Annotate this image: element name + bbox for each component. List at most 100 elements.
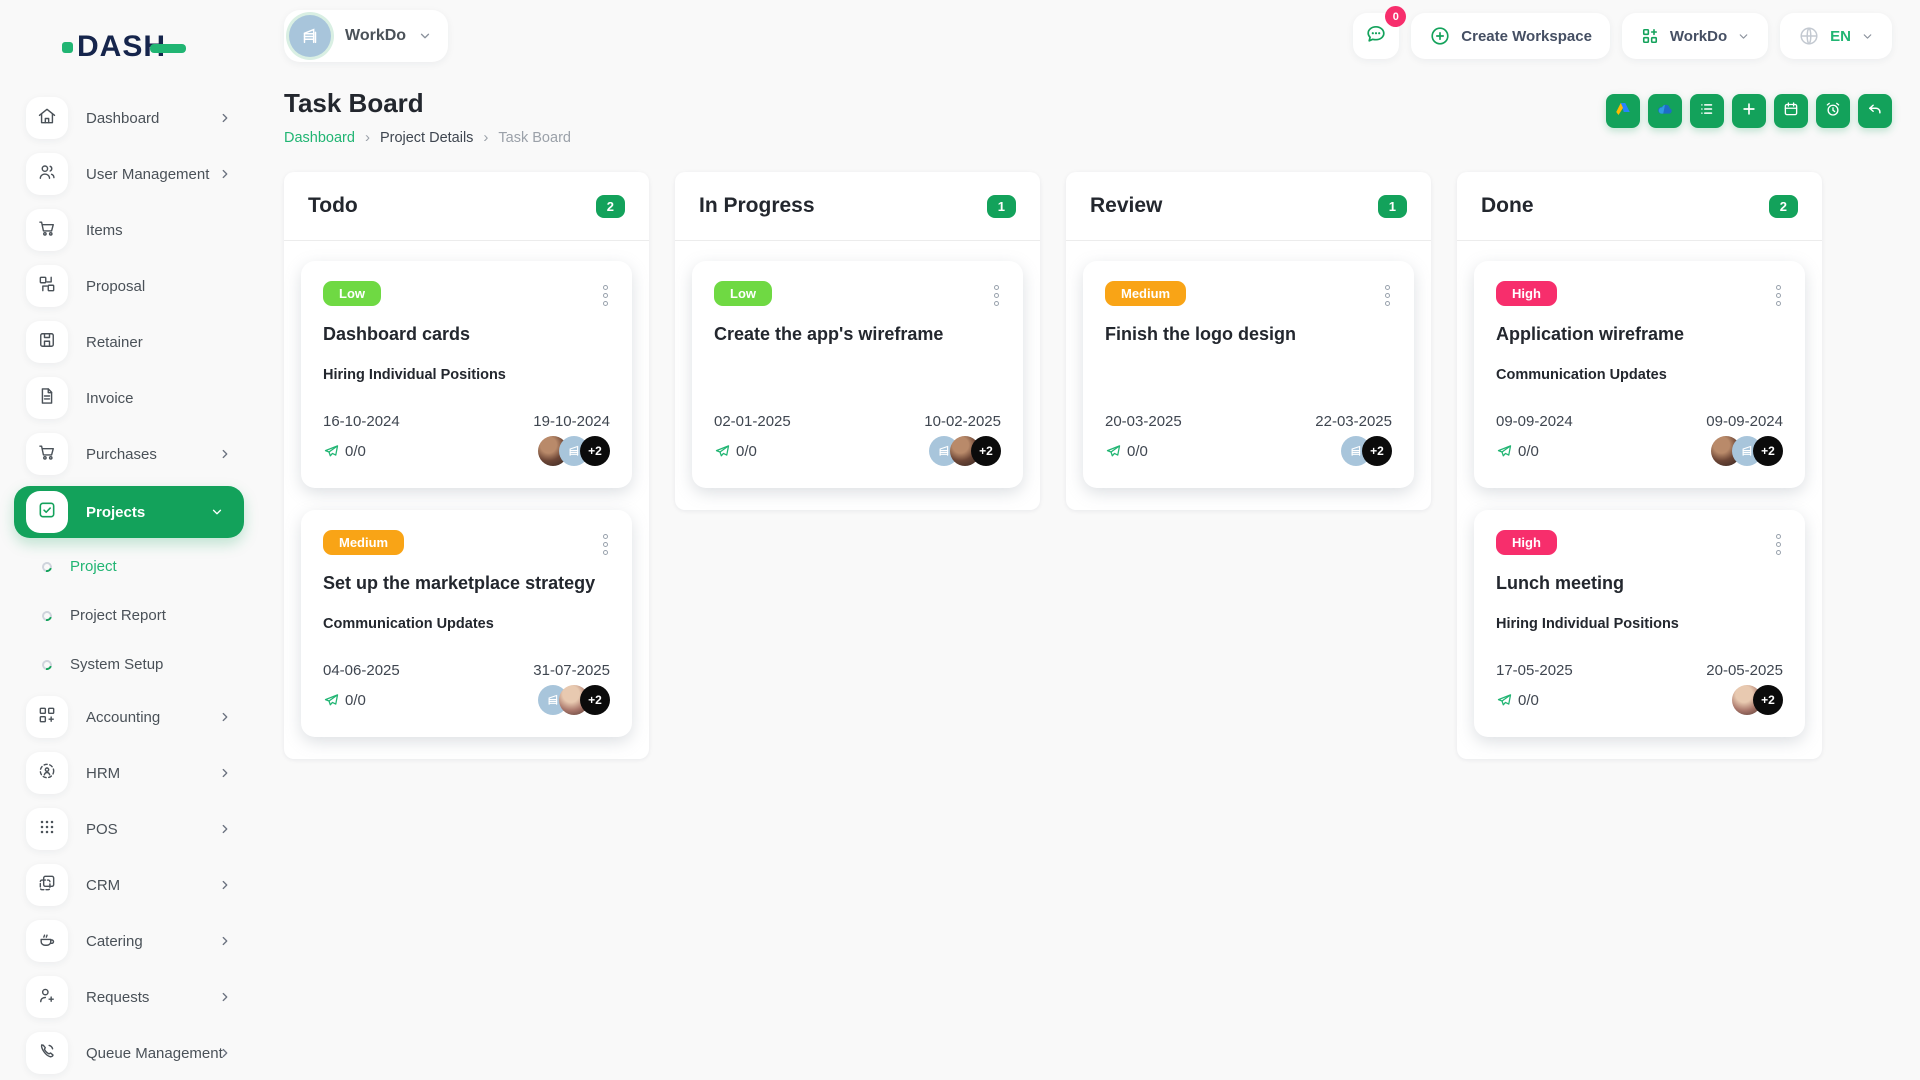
column-count-badge: 2 (1768, 194, 1798, 218)
card-menu-button[interactable] (992, 281, 1001, 310)
add-task-button[interactable] (1732, 94, 1766, 128)
create-workspace-button[interactable]: Create Workspace (1411, 13, 1610, 59)
avatar-stack[interactable]: +2 (538, 436, 610, 466)
sidebar-item-label: Items (86, 221, 123, 239)
task-card[interactable]: Medium Finish the logo design 20-03-2025… (1083, 261, 1414, 488)
send-icon (1496, 692, 1513, 709)
column-done: Done 2 High Application wireframe Commun… (1457, 172, 1822, 759)
priority-badge: Low (323, 281, 381, 306)
language-selector[interactable]: EN (1780, 13, 1892, 59)
sidebar-item-queue-management[interactable]: Queue Management (0, 1025, 258, 1080)
task-start-date: 04-06-2025 (323, 662, 400, 679)
sidebar-item-accounting[interactable]: Accounting (0, 689, 258, 745)
sidebar-item-proposal[interactable]: Proposal (0, 258, 258, 314)
workdo-label: WorkDo (1669, 27, 1728, 45)
sidebar-item-user-management[interactable]: User Management (0, 146, 258, 202)
sidebar-item-catering[interactable]: Catering (0, 913, 258, 969)
column-title: Todo (308, 194, 358, 217)
card-menu-button[interactable] (601, 530, 610, 559)
sidebar-item-label: Purchases (86, 445, 157, 463)
task-card[interactable]: High Lunch meeting Hiring Individual Pos… (1474, 510, 1805, 737)
board-toolbar (1606, 94, 1892, 128)
sidebar-item-pos[interactable]: POS (0, 801, 258, 857)
send-icon (714, 443, 731, 460)
breadcrumb-project-details[interactable]: Project Details (380, 130, 473, 146)
task-card[interactable]: Low Create the app's wireframe 02-01-202… (692, 261, 1023, 488)
avatar-stack[interactable]: +2 (929, 436, 1001, 466)
undo-button[interactable] (1858, 94, 1892, 128)
task-card[interactable]: High Application wireframe Communication… (1474, 261, 1805, 488)
sidebar-item-label: Projects (86, 503, 146, 521)
more-members-chip: +2 (971, 436, 1001, 466)
language-code: EN (1830, 27, 1851, 45)
card-menu-button[interactable] (1774, 530, 1783, 559)
task-start-date: 20-03-2025 (1105, 413, 1182, 430)
timer-button[interactable] (1816, 94, 1850, 128)
task-title: Lunch meeting (1496, 573, 1625, 593)
sidebar-item-label: Proposal (86, 277, 146, 295)
cart-icon (37, 442, 57, 467)
priority-badge: Medium (323, 530, 405, 555)
sidebar-item-items[interactable]: Items (0, 202, 258, 258)
sidebar-item-retainer[interactable]: Retainer (0, 314, 258, 370)
task-progress: 0/0 (1518, 691, 1539, 709)
task-card[interactable]: Medium Set up the marketplace strategy C… (301, 510, 632, 737)
circle-plus-icon (1429, 25, 1451, 47)
task-title: Dashboard cards (323, 324, 471, 344)
breadcrumb-separator: › (364, 129, 370, 146)
chevron-right-icon (218, 111, 232, 125)
globe-icon (1798, 25, 1820, 47)
sidebar-subitem-label: Project Report (70, 607, 166, 624)
grid-plus-icon (37, 705, 57, 730)
avatar-stack[interactable]: +2 (1341, 436, 1392, 466)
workdo-apps-button[interactable]: WorkDo (1621, 13, 1769, 59)
dots-grid-icon (37, 817, 57, 842)
app-logo[interactable]: DASH (62, 30, 258, 64)
sidebar-subitem-system-setup[interactable]: System Setup (0, 640, 258, 689)
workspace-selector[interactable]: WorkDo (284, 10, 449, 62)
avatar-stack[interactable]: +2 (538, 685, 610, 715)
logo-dot (62, 41, 73, 53)
create-workspace-label: Create Workspace (1461, 27, 1592, 45)
sidebar-item-label: HRM (86, 764, 121, 782)
sidebar-item-purchases[interactable]: Purchases (0, 426, 258, 482)
chevron-right-icon (218, 822, 232, 836)
messages-button[interactable]: 0 (1353, 6, 1407, 59)
card-menu-button[interactable] (601, 281, 610, 310)
sidebar-item-projects[interactable]: Projects (14, 486, 244, 538)
task-end-date: 09-09-2024 (1706, 413, 1783, 430)
task-card[interactable]: Low Dashboard cards Hiring Individual Po… (301, 261, 632, 488)
column-header: Done 2 (1457, 172, 1822, 241)
users-icon (37, 162, 57, 187)
avatar-stack[interactable]: +2 (1732, 685, 1783, 715)
sidebar-item-hrm[interactable]: HRM (0, 745, 258, 801)
card-menu-button[interactable] (1383, 281, 1392, 310)
more-members-chip: +2 (1362, 436, 1392, 466)
topbar: WorkDo 0 Create Workspace WorkDo EN (284, 0, 1892, 62)
more-members-chip: +2 (580, 685, 610, 715)
avatar-stack[interactable]: +2 (1711, 436, 1783, 466)
page-title: Task Board (284, 88, 424, 118)
sidebar-item-dashboard[interactable]: Dashboard (0, 90, 258, 146)
chevron-right-icon (218, 1046, 232, 1060)
task-end-date: 22-03-2025 (1315, 413, 1392, 430)
sidebar-subitem-project-report[interactable]: Project Report (0, 591, 258, 640)
undo-arrow-icon (1866, 100, 1884, 123)
send-icon (323, 692, 340, 709)
task-progress: 0/0 (345, 442, 366, 460)
more-members-chip: +2 (580, 436, 610, 466)
chevron-right-icon (218, 878, 232, 892)
priority-badge: Low (714, 281, 772, 306)
sidebar-item-requests[interactable]: Requests (0, 969, 258, 1025)
onedrive-button[interactable] (1648, 94, 1682, 128)
list-view-button[interactable] (1690, 94, 1724, 128)
chevron-right-icon (218, 710, 232, 724)
sidebar-item-invoice[interactable]: Invoice (0, 370, 258, 426)
sidebar-subitem-project[interactable]: Project (0, 542, 258, 591)
sidebar-item-crm[interactable]: CRM (0, 857, 258, 913)
sidebar-subitem-label: Project (70, 558, 117, 575)
card-menu-button[interactable] (1774, 281, 1783, 310)
calendar-button[interactable] (1774, 94, 1808, 128)
breadcrumb-dashboard[interactable]: Dashboard (284, 130, 355, 146)
google-drive-button[interactable] (1606, 94, 1640, 128)
